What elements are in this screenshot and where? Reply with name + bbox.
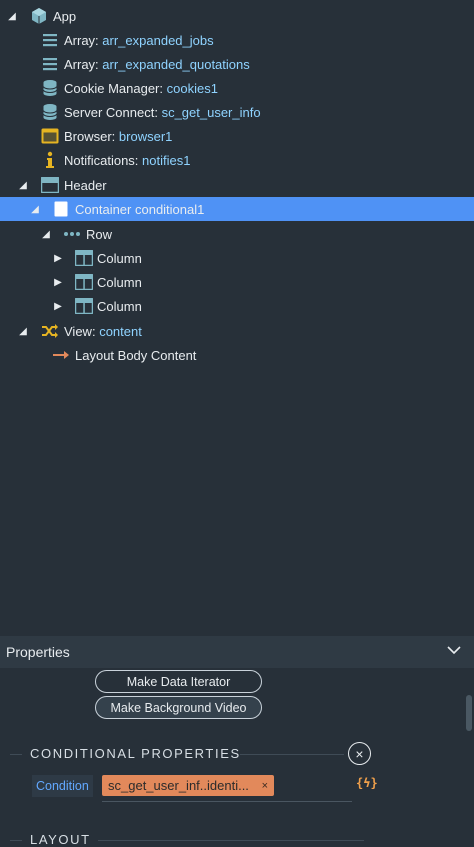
- node-value-label: arr_expanded_quotations: [102, 56, 250, 72]
- make-data-iterator-button[interactable]: Make Data Iterator: [95, 670, 262, 693]
- section-divider: [10, 754, 22, 755]
- make-background-video-button[interactable]: Make Background Video: [95, 696, 262, 719]
- dynamic-data-picker-icon[interactable]: {ϟ}: [356, 776, 378, 790]
- expand-triangle-icon[interactable]: ▶: [52, 252, 64, 264]
- node-value-label: notifies1: [142, 152, 191, 168]
- tree-node-label: Header: [64, 177, 107, 193]
- condition-value-tag[interactable]: sc_get_user_inf..identi... ×: [102, 775, 274, 796]
- tree-node-array-jobs[interactable]: Array: arr_expanded_jobs: [0, 28, 474, 52]
- tag-remove-icon[interactable]: ×: [262, 780, 268, 792]
- node-type-label: Cookie Manager:: [64, 80, 163, 96]
- tree-node-column[interactable]: ▶ Column: [0, 294, 474, 318]
- database-icon: [41, 79, 59, 97]
- node-value-label: cookies1: [166, 80, 218, 96]
- field-underline: [102, 801, 352, 802]
- tree-node-header[interactable]: ◢ Header: [0, 173, 474, 197]
- arrow-right-icon: [52, 346, 70, 364]
- section-divider: [10, 840, 22, 841]
- collapse-triangle-icon[interactable]: ◢: [6, 10, 18, 22]
- section-divider: [240, 754, 344, 755]
- row-dots-icon: [63, 225, 81, 243]
- collapse-triangle-icon[interactable]: ◢: [17, 325, 29, 337]
- database-icon: [41, 103, 59, 121]
- node-value-label: browser1: [118, 128, 173, 144]
- column-layout-icon: [75, 273, 93, 291]
- collapse-triangle-icon[interactable]: ◢: [17, 179, 29, 191]
- node-type-label: Notifications:: [64, 152, 139, 168]
- node-value-label: arr_expanded_jobs: [102, 32, 214, 48]
- header-layout-icon: [41, 176, 59, 194]
- container-icon: [52, 200, 70, 218]
- condition-value-text: sc_get_user_inf..identi...: [108, 778, 249, 793]
- tree-node-browser[interactable]: Browser: browser1: [0, 124, 474, 148]
- list-icon: [41, 55, 59, 73]
- tree-node-layout-body-content[interactable]: Layout Body Content: [0, 343, 474, 367]
- tree-node-column[interactable]: ▶ Column: [0, 246, 474, 270]
- tree-node-label: Layout Body Content: [75, 347, 197, 363]
- tree-node-label: App: [53, 8, 77, 24]
- cube-icon: [30, 7, 48, 25]
- tree-node-column[interactable]: ▶ Column: [0, 270, 474, 294]
- shuffle-icon: [41, 322, 59, 340]
- node-type-label: Array:: [64, 32, 99, 48]
- properties-title: Properties: [6, 644, 70, 660]
- tree-node-label: Column: [97, 274, 142, 290]
- conditional-properties-heading: CONDITIONAL PROPERTIES: [30, 746, 241, 761]
- tree-node-array-quotations[interactable]: Array: arr_expanded_quotations: [0, 52, 474, 76]
- chevron-down-icon[interactable]: [446, 644, 462, 659]
- info-icon: [41, 151, 59, 169]
- column-layout-icon: [75, 297, 93, 315]
- app-structure-tree: ◢ App Array: arr_expanded_jobs Array: ar…: [0, 0, 474, 636]
- column-layout-icon: [75, 249, 93, 267]
- tree-node-label: Column: [97, 298, 142, 314]
- tree-node-notifications[interactable]: Notifications: notifies1: [0, 148, 474, 172]
- condition-label: Condition: [32, 775, 93, 797]
- node-type-label: Server Connect:: [64, 104, 158, 120]
- expand-triangle-icon[interactable]: ▶: [52, 276, 64, 288]
- properties-panel-header[interactable]: Properties: [0, 636, 474, 668]
- tree-node-label: Column: [97, 250, 142, 266]
- tree-node-app[interactable]: ◢ App: [0, 4, 474, 28]
- node-value-label: sc_get_user_info: [161, 104, 261, 120]
- layout-heading: LAYOUT: [30, 832, 91, 847]
- properties-scrollbar[interactable]: [466, 695, 472, 731]
- tree-node-label: Container conditional1: [75, 201, 205, 217]
- tree-node-cookie-manager[interactable]: Cookie Manager: cookies1: [0, 76, 474, 100]
- collapse-triangle-icon[interactable]: ◢: [29, 203, 41, 215]
- tree-node-label: Row: [86, 226, 113, 242]
- tree-node-row[interactable]: ◢ Row: [0, 222, 474, 246]
- tree-node-server-connect[interactable]: Server Connect: sc_get_user_info: [0, 100, 474, 124]
- tree-node-container-conditional[interactable]: ◢ Container conditional1: [0, 197, 474, 221]
- node-type-label: Browser:: [64, 128, 116, 144]
- tree-node-view[interactable]: ◢ View: content: [0, 319, 474, 343]
- node-type-label: View:: [64, 323, 96, 339]
- node-value-label: content: [99, 323, 142, 339]
- browser-window-icon: [41, 127, 59, 145]
- section-divider: [98, 840, 364, 841]
- expand-triangle-icon[interactable]: ▶: [52, 300, 64, 312]
- remove-conditional-close-icon[interactable]: ×: [348, 742, 371, 765]
- list-icon: [41, 31, 59, 49]
- node-type-label: Array:: [64, 56, 99, 72]
- collapse-triangle-icon[interactable]: ◢: [40, 228, 52, 240]
